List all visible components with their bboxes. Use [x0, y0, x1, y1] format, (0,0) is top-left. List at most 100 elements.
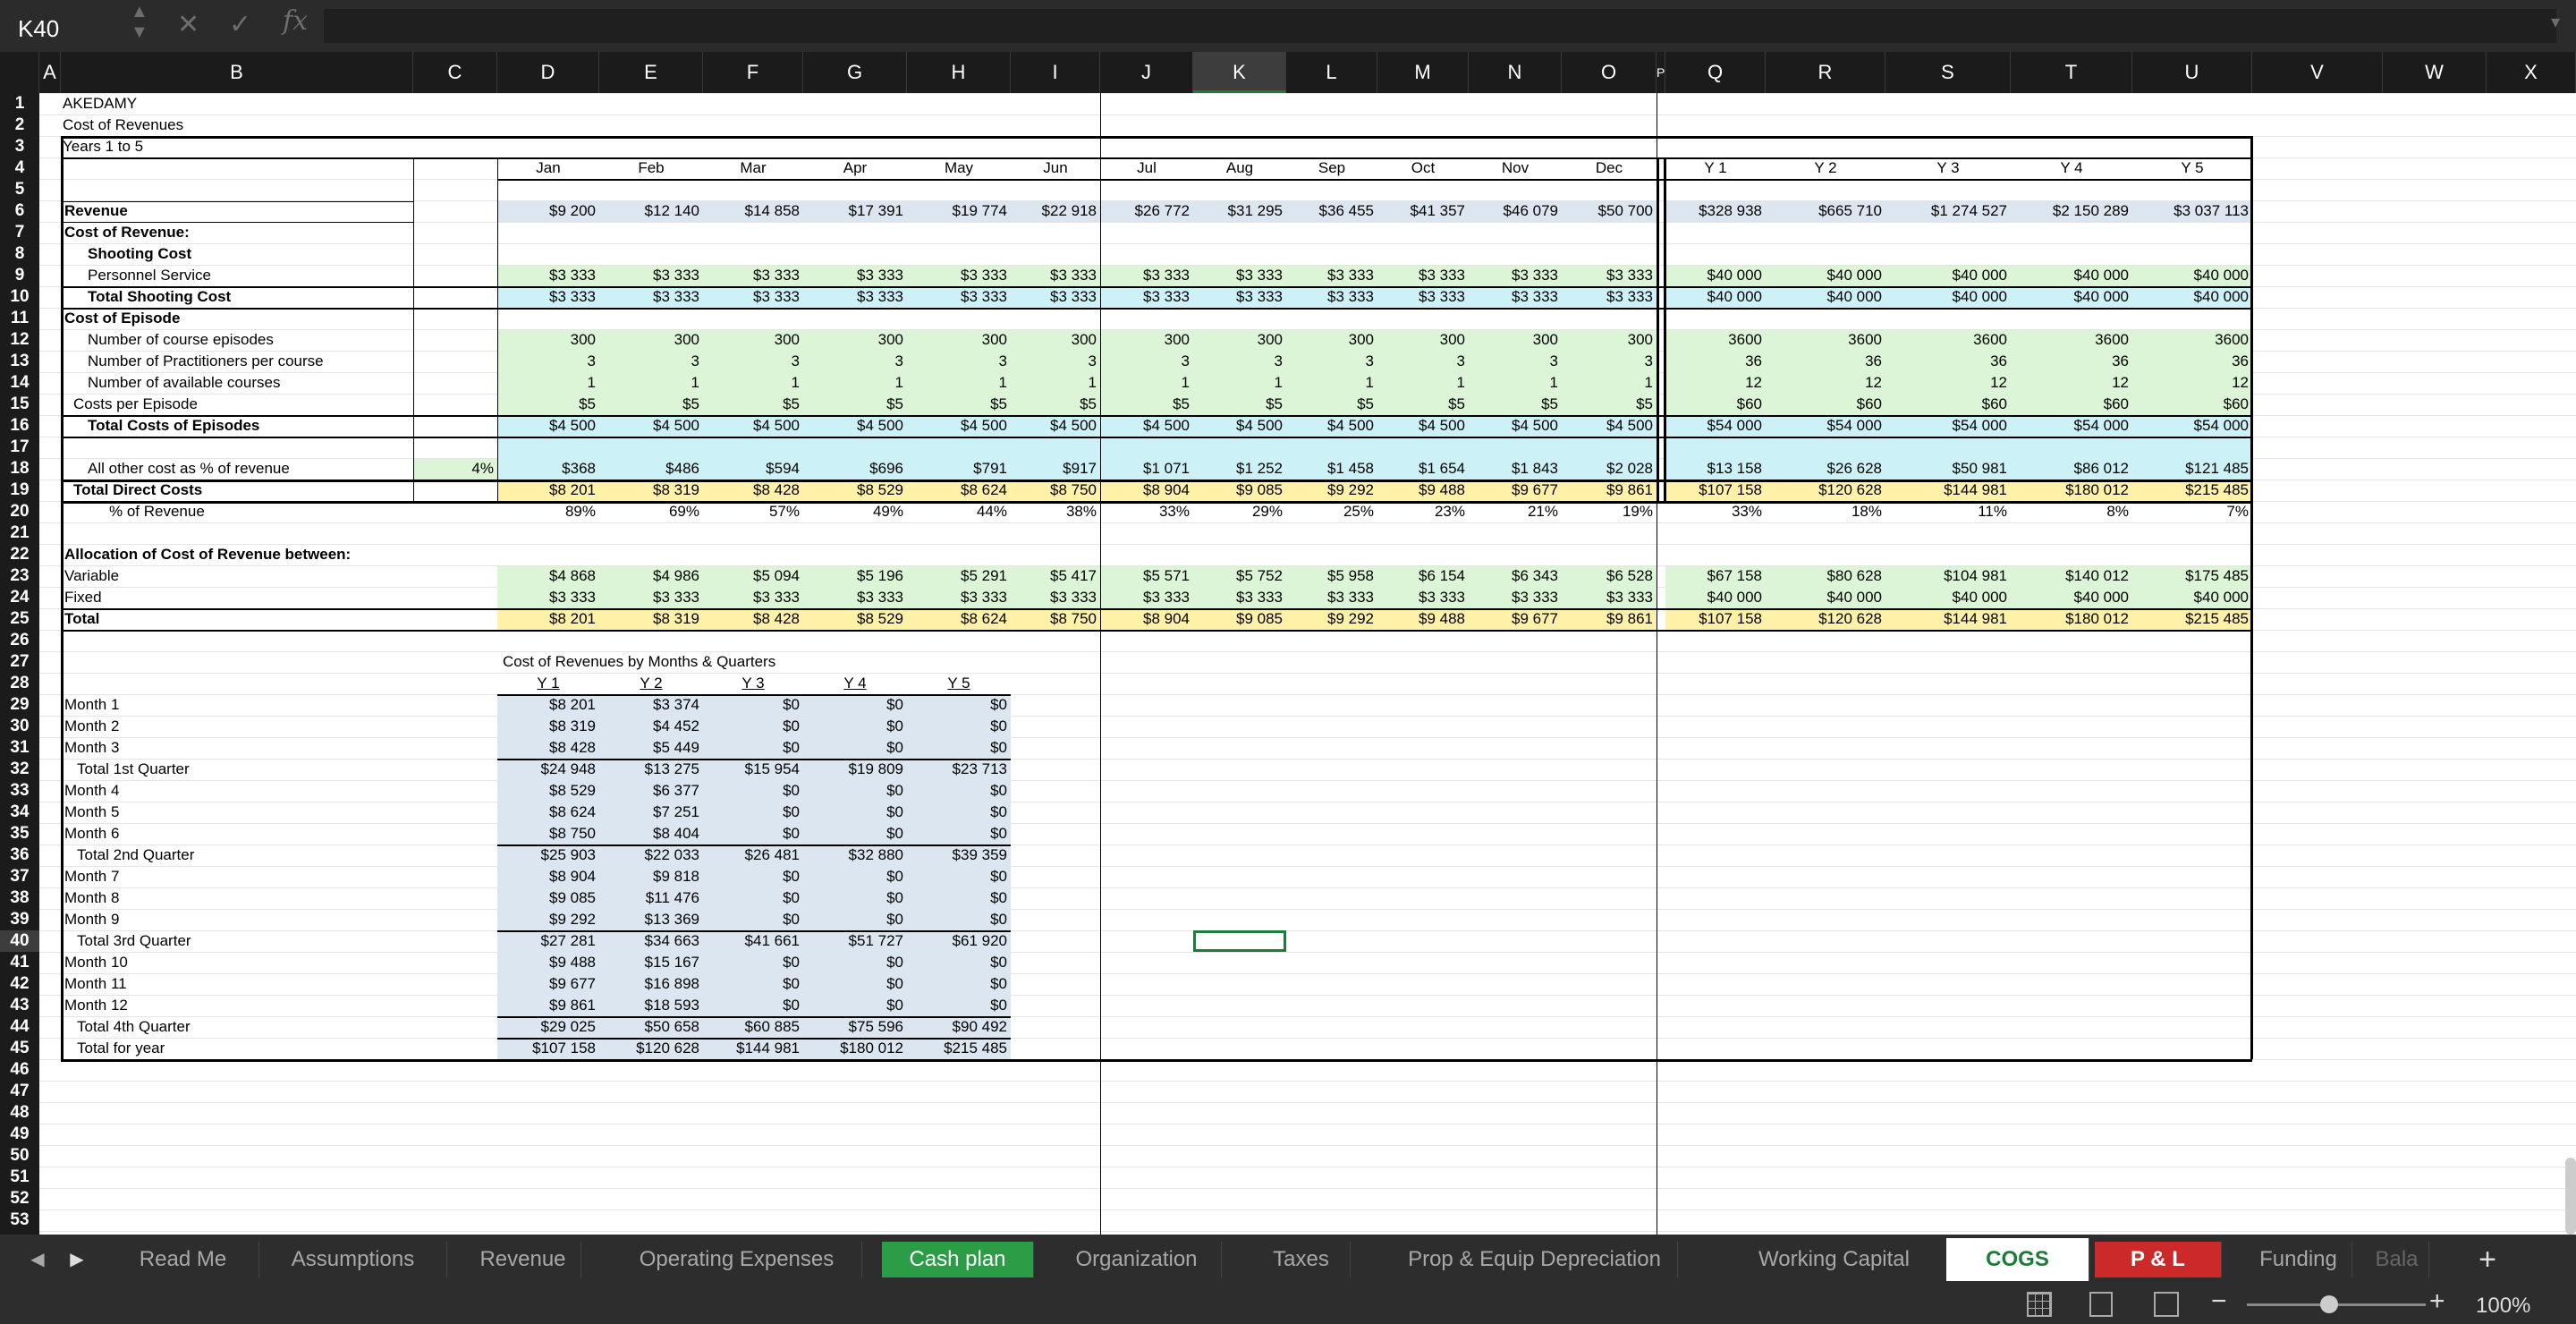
value-cell[interactable]: $5 [1100, 394, 1190, 415]
value-cell[interactable]: $1 458 [1286, 458, 1374, 480]
value-cell[interactable]: $4 868 [497, 565, 596, 587]
value-cell[interactable]: $40 000 [1885, 265, 2007, 286]
value-cell[interactable]: 8% [2011, 501, 2129, 522]
row-label[interactable]: Variable [64, 565, 404, 587]
quarter-value[interactable]: $0 [803, 694, 903, 716]
quarter-year-header[interactable]: Y 3 [703, 673, 803, 694]
quarter-value[interactable]: $60 885 [703, 1016, 800, 1038]
value-cell[interactable]: 3600 [1766, 329, 1882, 351]
value-cell[interactable]: $1 071 [1100, 458, 1190, 480]
quarter-year-header[interactable]: Y 4 [803, 673, 907, 694]
tab-read-me[interactable]: Read Me [107, 1242, 259, 1277]
value-cell[interactable]: 3 [1011, 351, 1097, 372]
value-cell[interactable]: $9 488 [1377, 608, 1465, 630]
row-header-51[interactable]: 51 [0, 1167, 39, 1188]
quarter-value[interactable]: $8 624 [497, 802, 596, 823]
value-cell[interactable]: $8 319 [599, 480, 699, 501]
value-cell[interactable]: $3 333 [1193, 265, 1283, 286]
value-cell[interactable]: 3 [497, 351, 596, 372]
period-header[interactable]: Y 2 [1766, 157, 1885, 179]
value-cell[interactable]: $6 154 [1377, 565, 1465, 587]
row-header-15[interactable]: 15 [0, 394, 39, 415]
value-cell[interactable]: $3 333 [1286, 265, 1374, 286]
value-cell[interactable]: 36 [1885, 351, 2007, 372]
value-cell[interactable]: $3 333 [907, 587, 1007, 608]
tab-revenue[interactable]: Revenue [465, 1242, 581, 1277]
value-cell[interactable]: $54 000 [2011, 415, 2129, 437]
column-header-P[interactable]: P [1657, 52, 1665, 93]
tab-scroll-left-icon[interactable]: ◀ [21, 1242, 54, 1277]
value-cell[interactable]: 12 [1766, 372, 1882, 394]
value-cell[interactable]: $3 333 [803, 265, 903, 286]
quarter-value[interactable]: $0 [703, 694, 800, 716]
row-label[interactable]: Total Costs of Episodes [88, 415, 428, 437]
quarter-value[interactable]: $0 [907, 737, 1007, 759]
row-header-1[interactable]: 1 [0, 93, 39, 115]
column-header-E[interactable]: E [599, 52, 703, 93]
row-header-30[interactable]: 30 [0, 716, 39, 737]
value-cell[interactable]: $1 274 527 [1885, 200, 2007, 222]
value-cell[interactable]: 1 [1562, 372, 1653, 394]
normal-view-icon[interactable] [2027, 1292, 2052, 1317]
value-cell[interactable]: $3 333 [1469, 265, 1558, 286]
value-cell[interactable]: $917 [1011, 458, 1097, 480]
value-cell[interactable]: $5 291 [907, 565, 1007, 587]
select-all-corner[interactable] [0, 52, 39, 93]
selected-cell-k40[interactable] [1193, 930, 1286, 952]
quarter-value[interactable]: $8 404 [599, 823, 699, 844]
value-cell[interactable]: $8 428 [703, 480, 800, 501]
value-cell[interactable]: $54 000 [1885, 415, 2007, 437]
quarter-value[interactable]: $22 033 [599, 844, 699, 866]
value-cell[interactable]: $215 485 [2132, 608, 2249, 630]
row-header-53[interactable]: 53 [0, 1209, 39, 1231]
quarter-value[interactable]: $24 948 [497, 759, 596, 780]
quarter-value[interactable]: $90 492 [907, 1016, 1007, 1038]
row-header-48[interactable]: 48 [0, 1102, 39, 1124]
row-header-46[interactable]: 46 [0, 1059, 39, 1081]
value-cell[interactable]: $3 333 [803, 286, 903, 308]
value-cell[interactable]: 300 [1011, 329, 1097, 351]
value-cell[interactable]: $9 292 [1286, 608, 1374, 630]
quarter-value[interactable]: $0 [803, 887, 903, 909]
zoom-level[interactable]: 100% [2476, 1294, 2530, 1319]
quarter-row-label[interactable]: Total 3rd Quarter [77, 930, 417, 952]
value-cell[interactable]: $5 [1011, 394, 1097, 415]
value-cell[interactable]: 300 [599, 329, 699, 351]
quarter-value[interactable]: $0 [803, 952, 903, 973]
function-icon[interactable]: fx [283, 5, 308, 37]
value-cell[interactable]: $40 000 [2132, 286, 2249, 308]
row-label[interactable]: % of Revenue [109, 501, 449, 522]
quarter-value[interactable]: $8 319 [497, 716, 596, 737]
period-header[interactable]: Jul [1100, 157, 1193, 179]
sheet-title[interactable]: AKEDAMY [63, 93, 402, 115]
row-header-5[interactable]: 5 [0, 179, 39, 200]
value-cell[interactable]: $60 [1665, 394, 1762, 415]
row-header-25[interactable]: 25 [0, 608, 39, 630]
row-header-42[interactable]: 42 [0, 973, 39, 995]
value-cell[interactable]: $67 158 [1665, 565, 1762, 587]
row-label[interactable]: Number of Practitioners per course [88, 351, 428, 372]
row-header-27[interactable]: 27 [0, 651, 39, 673]
value-cell[interactable]: $3 333 [599, 587, 699, 608]
column-header-Q[interactable]: Q [1665, 52, 1766, 93]
value-cell[interactable]: $22 918 [1011, 200, 1097, 222]
column-header-T[interactable]: T [2011, 52, 2132, 93]
value-cell[interactable]: $3 333 [1193, 286, 1283, 308]
value-cell[interactable]: $2 028 [1562, 458, 1653, 480]
tab-cash-plan[interactable]: Cash plan [882, 1242, 1034, 1277]
period-header[interactable]: May [907, 157, 1011, 179]
value-cell[interactable]: $9 488 [1377, 480, 1465, 501]
row-header-50[interactable]: 50 [0, 1145, 39, 1167]
row-label[interactable]: All other cost as % of revenue [88, 458, 428, 480]
row-header-41[interactable]: 41 [0, 952, 39, 973]
quarter-value[interactable]: $180 012 [803, 1038, 903, 1059]
value-cell[interactable]: $9 200 [497, 200, 596, 222]
row-header-47[interactable]: 47 [0, 1081, 39, 1102]
quarter-value[interactable]: $8 529 [497, 780, 596, 802]
quarter-row-label[interactable]: Month 7 [64, 866, 404, 887]
tab-cogs[interactable]: COGS [1946, 1238, 2089, 1281]
value-cell[interactable]: $8 904 [1100, 480, 1190, 501]
value-cell[interactable]: $328 938 [1665, 200, 1762, 222]
quarter-value[interactable]: $8 750 [497, 823, 596, 844]
value-cell[interactable]: 3600 [1885, 329, 2007, 351]
